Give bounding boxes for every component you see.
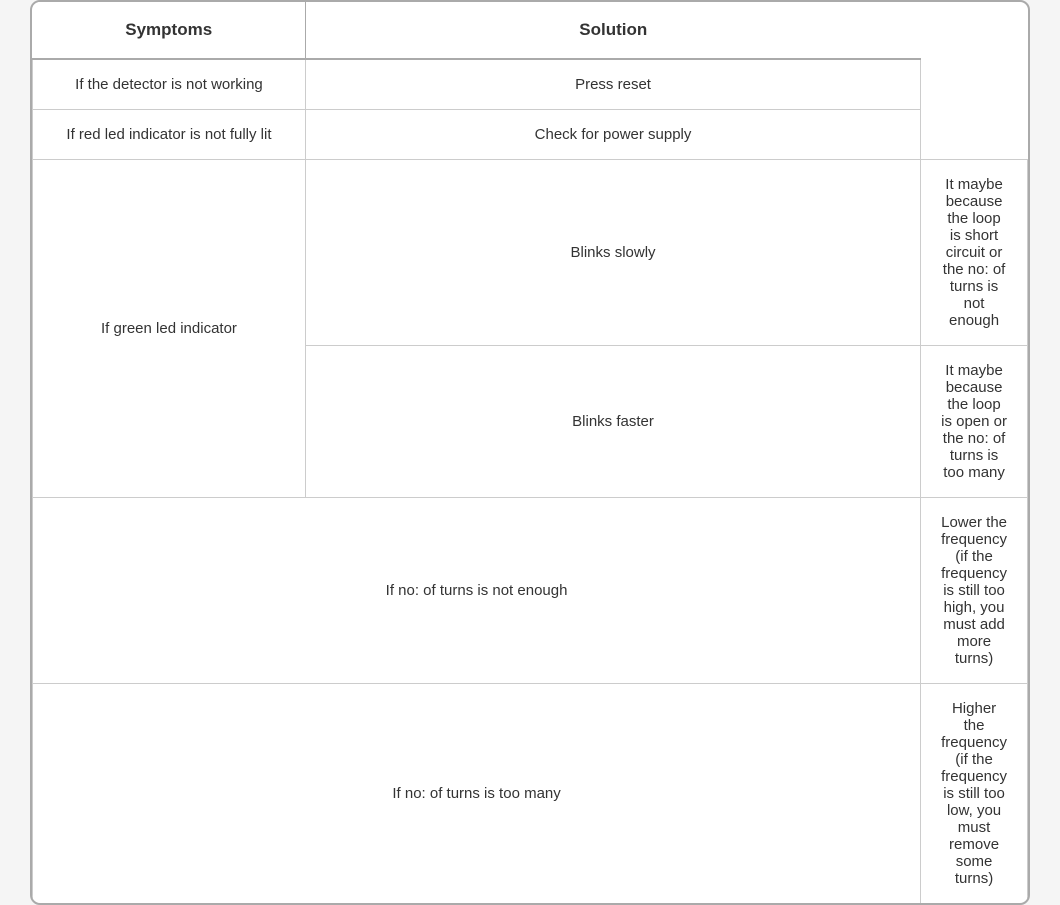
solution-cell: Lower the frequency (if the frequency is…	[921, 498, 1028, 684]
solution-cell: Check for power supply	[305, 110, 920, 160]
header-symptoms: Symptoms	[33, 2, 306, 59]
sub-symptom-cell: Blinks slowly	[305, 160, 920, 346]
table-row: If the detector is not working Press res…	[33, 59, 1028, 110]
symptom-cell: If red led indicator is not fully lit	[33, 110, 306, 160]
solution-cell: Press reset	[305, 59, 920, 110]
table-row: If red led indicator is not fully lit Ch…	[33, 110, 1028, 160]
symptom-outer-label: If green led indicator	[33, 160, 306, 498]
sub-symptom-cell: Blinks faster	[305, 346, 920, 498]
table-row: If no: of turns is too many Higher the f…	[33, 684, 1028, 904]
solution-cell: Higher the frequency (if the frequency i…	[921, 684, 1028, 904]
solution-cell: It maybe because the loop is open or the…	[921, 346, 1028, 498]
symptom-cell: If no: of turns is not enough	[33, 498, 921, 684]
header-solution: Solution	[305, 2, 920, 59]
table-row: If no: of turns is not enough Lower the …	[33, 498, 1028, 684]
symptom-cell: If no: of turns is too many	[33, 684, 921, 904]
table-row: If green led indicator Blinks slowly It …	[33, 160, 1028, 346]
symptom-cell: If the detector is not working	[33, 59, 306, 110]
solution-cell: It maybe because the loop is short circu…	[921, 160, 1028, 346]
troubleshooting-table: Symptoms Solution If the detector is not…	[30, 0, 1030, 905]
